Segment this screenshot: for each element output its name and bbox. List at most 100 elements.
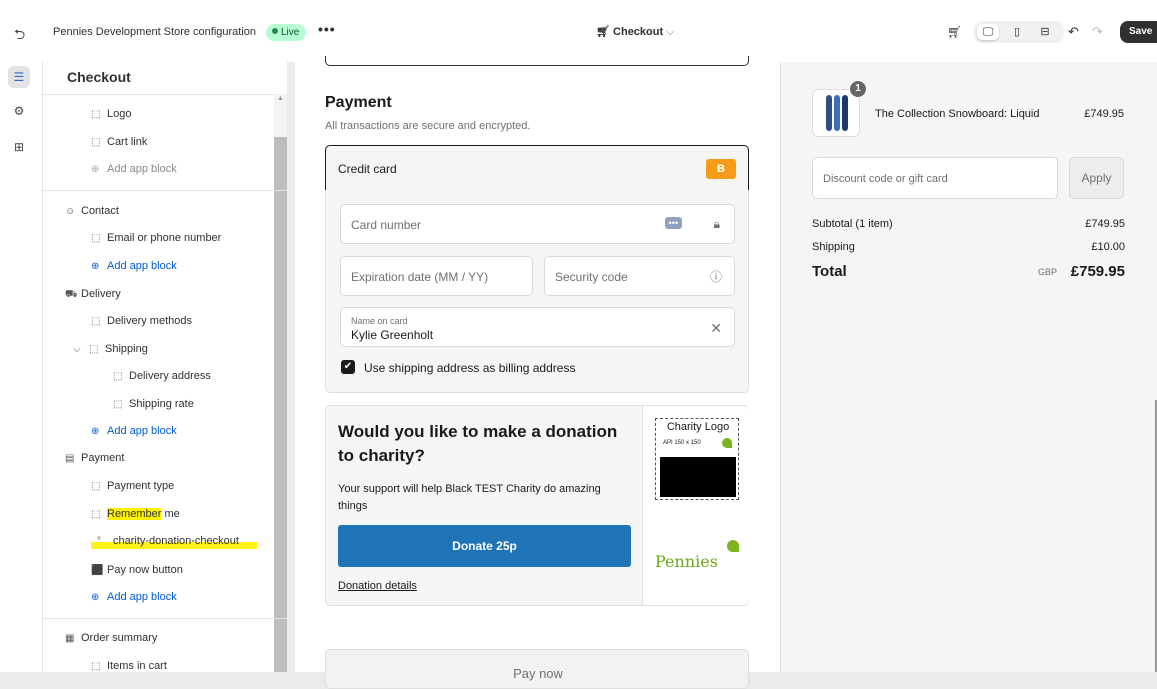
sidebar-scroll-thumb[interactable] <box>274 137 287 672</box>
help-icon[interactable]: ⓘ <box>710 268 722 285</box>
save-button[interactable]: Save <box>1120 21 1157 43</box>
block-icon: ⬚ <box>91 316 101 327</box>
sidebar-add-app-block[interactable]: ⊕ Add app block <box>91 591 177 603</box>
discount-placeholder: Discount code or gift card <box>823 173 948 185</box>
sidebar-item-payment-type[interactable]: ⬚ Payment type <box>91 480 174 492</box>
total-label: Total <box>812 263 847 280</box>
pennies-leaf-icon <box>722 438 732 448</box>
apply-discount-button[interactable]: Apply <box>1069 157 1124 199</box>
block-icon: ⬚ <box>91 661 101 672</box>
view-switcher: 🖵︎ ▯ ⊟ <box>974 21 1064 43</box>
block-icon: ⬚ <box>91 509 101 520</box>
total-value: £759.95 <box>1070 263 1125 280</box>
sidebar-item-email[interactable]: ⬚ Email or phone number <box>91 232 221 244</box>
charity-donation-block: Would you like to make a donation to cha… <box>325 405 749 606</box>
pay-now-button[interactable]: Pay now <box>325 649 749 689</box>
product-price: £749.95 <box>1084 108 1124 120</box>
expiry-placeholder: Expiration date (MM / YY) <box>351 270 489 284</box>
sidebar-item-items-in-cart[interactable]: ⬚ Items in cart <box>91 660 167 672</box>
card-brand-badge: B <box>706 159 736 179</box>
payment-icon: ▤ <box>65 453 75 464</box>
redo-icon[interactable]: ↷ <box>1092 24 1103 40</box>
cart-icon[interactable]: 🛒︎ <box>947 25 962 39</box>
charity-logo: Charity Logo API 150 x 150 <box>655 418 739 500</box>
sidebar-item-label: Delivery methods <box>107 315 192 327</box>
sidebar-item-label: Shipping rate <box>129 398 194 410</box>
sidebar-item-label: Delivery address <box>129 370 211 382</box>
quantity-badge: 1 <box>849 80 867 98</box>
top-bar: ⮌ Pennies Development Store configuratio… <box>0 0 1157 62</box>
checkout-preview-main: Payment All transactions are secure and … <box>295 56 780 689</box>
more-actions-button[interactable]: ••• <box>318 21 336 37</box>
sidebar-item-shipping[interactable]: ⌵ ⬚ Shipping <box>73 343 148 355</box>
scroll-up-icon[interactable]: ▲ <box>277 95 284 102</box>
page-selector-label: Checkout <box>613 26 664 38</box>
discount-code-input[interactable]: Discount code or gift card <box>812 157 1058 199</box>
card-number-field[interactable]: Card number ••• 🔒︎ <box>340 204 735 244</box>
sidebar-add-app-block[interactable]: ⊕ Add app block <box>91 260 177 272</box>
name-on-card-field[interactable]: Name on card Kylie Greenholt ✕ <box>340 307 735 347</box>
sidebar-item-label: Contact <box>81 205 119 217</box>
donate-button[interactable]: Donate 25p <box>338 525 631 567</box>
donation-details-link[interactable]: Donation details <box>338 580 417 592</box>
sidebar-item-delivery-methods[interactable]: ⬚ Delivery methods <box>91 315 192 327</box>
security-code-placeholder: Security code <box>555 270 628 284</box>
sidebar-item-shipping-rate[interactable]: ⬚ Shipping rate <box>113 398 194 410</box>
sidebar-section-order-summary[interactable]: ▦ Order summary <box>65 632 157 644</box>
sidebar-add-app-block[interactable]: ⊕ Add app block <box>91 163 177 175</box>
sidebar-item-cart-link[interactable]: ⬚ Cart link <box>91 136 147 148</box>
fullwidth-view-icon[interactable]: ⊟ <box>1034 24 1056 40</box>
subtotal-label: Subtotal (1 item) <box>812 218 893 230</box>
payment-subtitle: All transactions are secure and encrypte… <box>325 120 531 132</box>
sidebar-item-charity-donation[interactable]: ° charity-donation-checkout <box>97 535 239 547</box>
expiry-field[interactable]: Expiration date (MM / YY) <box>340 256 533 296</box>
shipping-label: Shipping <box>812 241 855 253</box>
divider <box>43 618 287 619</box>
pennies-logo: Pennies <box>655 552 718 571</box>
add-circle-icon: ⊕ <box>91 164 100 175</box>
block-icon: ⬚ <box>91 233 101 244</box>
block-icon: ⬚ <box>113 399 123 410</box>
snowboard-image <box>834 95 840 131</box>
apps-icon[interactable]: ⊞ <box>8 136 30 158</box>
subtotal-row: Subtotal (1 item) £749.95 <box>812 218 1125 230</box>
sidebar-item-remember-me[interactable]: ⬚ Remember me <box>91 508 180 520</box>
divider <box>43 94 287 95</box>
order-summary-panel: 1 The Collection Snowboard: Liquid £749.… <box>780 62 1157 672</box>
desktop-view-icon[interactable]: 🖵︎ <box>977 24 999 40</box>
mobile-view-icon[interactable]: ▯ <box>1006 24 1028 40</box>
sidebar-item-logo[interactable]: ⬚ Logo <box>91 108 131 120</box>
donation-text: Your support will help Black TEST Charit… <box>338 483 601 512</box>
sidebar-item-label: Add app block <box>107 591 177 603</box>
chevron-down-icon[interactable]: ⌵ <box>73 344 87 355</box>
sidebar-item-delivery-address[interactable]: ⬚ Delivery address <box>113 370 211 382</box>
sidebar-section-contact[interactable]: ☺ Contact <box>65 205 119 217</box>
sidebar-item-label: Add app block <box>107 260 177 272</box>
store-name: Pennies Development Store configuration <box>53 26 257 38</box>
donation-title: Would you like to make a donation to cha… <box>338 422 618 465</box>
receipt-icon: ▦ <box>65 633 75 644</box>
sidebar-item-pay-now-button[interactable]: ⬛ Pay now button <box>91 564 183 576</box>
sidebar-section-payment[interactable]: ▤ Payment <box>65 452 124 464</box>
security-code-field[interactable]: Security code ⓘ <box>544 256 735 296</box>
sidebar-item-label: Items in cart <box>107 660 167 672</box>
cursor-button-icon: ⬛ <box>91 565 104 576</box>
billing-checkbox[interactable]: ✔ <box>341 360 355 374</box>
live-dot <box>272 28 278 34</box>
settings-icon[interactable]: ⚙︎ <box>8 100 30 122</box>
truck-icon: ⛟ <box>65 289 78 300</box>
sidebar-add-app-block[interactable]: ⊕ Add app block <box>91 425 177 437</box>
sidebar-item-label: charity-donation-checkout <box>113 535 239 547</box>
page-selector[interactable]: 🛒︎ Checkout ⌵ <box>596 25 675 39</box>
undo-icon[interactable]: ↶ <box>1068 24 1079 40</box>
sections-icon[interactable]: ☰ <box>8 66 30 88</box>
sidebar-section-delivery[interactable]: ⛟ Delivery <box>65 288 121 302</box>
block-icon: ⬚ <box>91 109 101 120</box>
pay-now-label: Pay now <box>513 666 563 681</box>
exit-icon[interactable]: ⮌ <box>14 24 25 48</box>
card-number-placeholder: Card number <box>351 218 422 232</box>
product-name: The Collection Snowboard: Liquid <box>875 108 1040 120</box>
close-icon[interactable]: ✕ <box>710 320 722 337</box>
payment-method-credit-card[interactable]: Credit card B <box>325 145 749 191</box>
donation-logo-pane: Charity Logo API 150 x 150 Pennies <box>642 406 749 605</box>
